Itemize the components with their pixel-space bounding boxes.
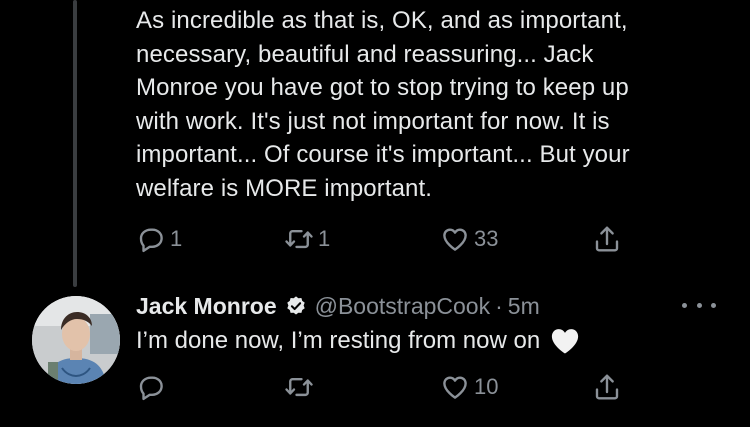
profile-photo xyxy=(32,296,120,384)
retweet-button[interactable] xyxy=(284,370,318,404)
timestamp[interactable]: 5m xyxy=(508,293,540,320)
author-name[interactable]: Jack Monroe xyxy=(136,293,277,320)
author-handle[interactable]: @BootstrapCook xyxy=(315,293,491,320)
heart-icon xyxy=(443,376,467,399)
like-button[interactable]: 10 xyxy=(440,370,498,404)
tweet-text: As incredible as that is, OK, and as imp… xyxy=(136,7,630,202)
more-dot-icon xyxy=(696,302,702,308)
retweet-icon xyxy=(285,377,313,397)
like-count: 10 xyxy=(474,374,499,399)
verified-badge-icon xyxy=(286,296,305,315)
tweet-actions: 1 1 33 xyxy=(136,222,636,256)
share-icon xyxy=(595,374,619,400)
more-dot-icon xyxy=(711,302,716,308)
white-heart-emoji-icon xyxy=(552,329,579,354)
more-options-button[interactable] xyxy=(682,295,716,315)
tweet-header: Jack Monroe @BootstrapCook · 5m xyxy=(136,289,540,323)
reply-text-content: I’m done now, I’m resting from now on xyxy=(136,327,541,354)
more-dot-icon xyxy=(682,302,687,308)
like-count: 33 xyxy=(474,226,499,251)
reply-icon xyxy=(139,376,163,401)
reply-icon xyxy=(139,228,163,253)
reply-count: 1 xyxy=(170,226,183,251)
reply-button[interactable] xyxy=(136,370,170,404)
like-button[interactable]: 33 xyxy=(440,222,498,256)
separator-dot: · xyxy=(495,292,503,319)
heart-icon xyxy=(443,228,467,251)
retweet-button[interactable]: 1 xyxy=(284,222,330,256)
share-icon xyxy=(595,226,619,252)
reply-tweet-actions: 10 xyxy=(136,370,636,404)
retweet-icon xyxy=(285,229,313,249)
reply-tweet-text: I’m done now, I’m resting from now on xyxy=(136,324,580,358)
share-button[interactable] xyxy=(592,222,622,256)
avatar[interactable] xyxy=(32,296,120,384)
thread-connector-line xyxy=(73,0,77,287)
reply-button[interactable]: 1 xyxy=(136,222,182,256)
retweet-count: 1 xyxy=(318,226,331,251)
share-button[interactable] xyxy=(592,370,622,404)
